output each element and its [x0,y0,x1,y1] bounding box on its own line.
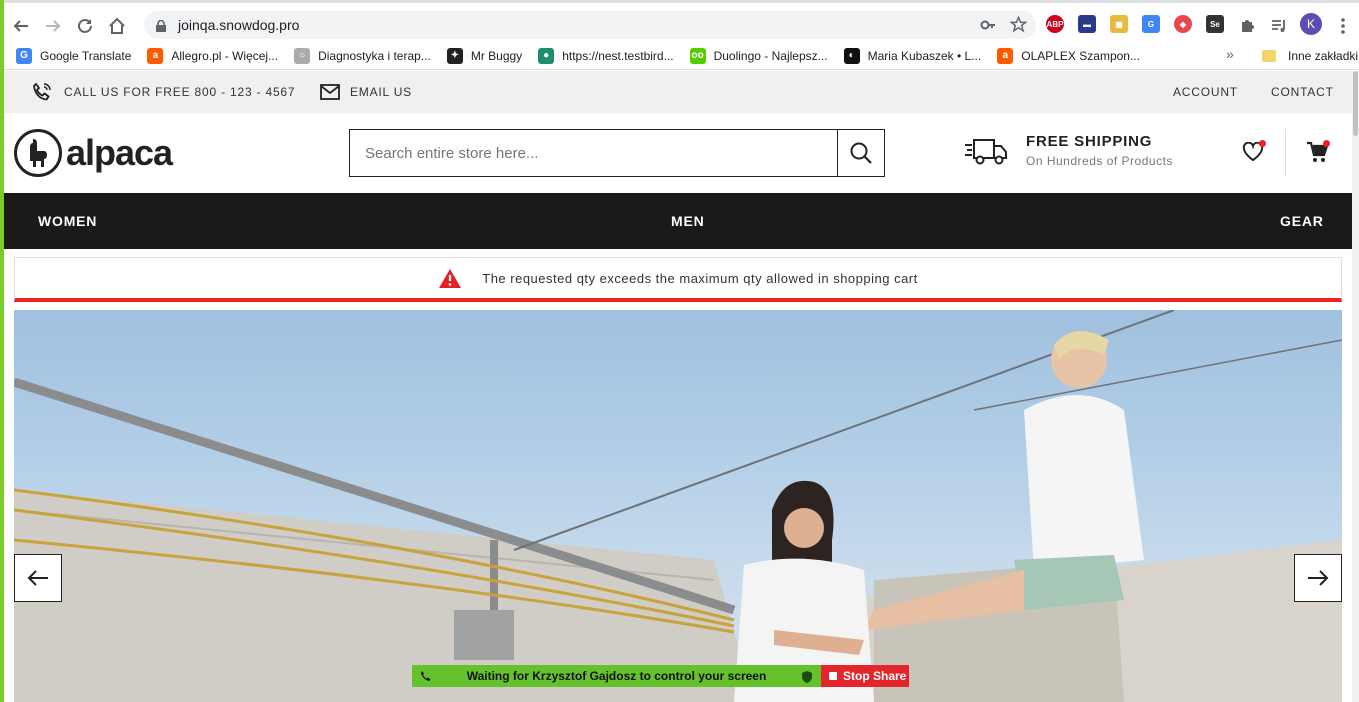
truck-icon [964,136,1008,166]
stop-share-button[interactable]: Stop Share [821,665,909,687]
stop-square-icon [829,672,837,680]
hero-image [14,310,1342,702]
bookmark-label: Maria Kubaszek • L... [867,48,982,63]
google-translate-icon: G [16,47,32,64]
screen-share-bar: Waiting for Krzysztof Gajdosz to control… [412,665,909,687]
shield-extension-icon[interactable]: ◆ [1174,15,1192,33]
extension-icon[interactable]: ▦ [1110,15,1128,33]
mr-buggy-icon: ✦ [446,47,463,64]
site-logo[interactable]: alpaca [14,129,173,177]
star-icon[interactable] [1009,15,1028,38]
account-link[interactable]: ACCOUNT [1173,71,1238,113]
puzzle-icon[interactable] [1236,15,1258,37]
browser-toolbar: joinqa.snowdog.pro ABP ▬ ▦ G ◆ Se K [4,0,1359,42]
bookmark-item[interactable]: G Google Translate [8,44,139,68]
phone-icon [32,82,52,102]
contact-link[interactable]: CONTACT [1271,71,1334,113]
warning-icon [438,268,462,289]
testbird-icon: ● [538,47,555,64]
shipping-subtitle: On Hundreds of Products [1026,154,1173,168]
bookmark-item[interactable]: oo Duolingo - Najlepsz... [682,44,836,68]
more-bookmarks-button[interactable]: » [1226,46,1234,62]
bookmarks-bar: G Google Translate a Allegro.pl - Więcej...… [4,42,1359,70]
search-input[interactable] [350,130,837,176]
search-icon [849,141,873,165]
scrollbar-thumb[interactable] [1353,71,1358,136]
error-message: The requested qty exceeds the maximum qt… [14,257,1342,302]
share-waiting: Waiting for Krzysztof Gajdosz to control… [412,665,821,687]
back-icon[interactable] [10,15,32,37]
bookmark-label: Diagnostyka i terap... [318,48,431,63]
diagnostyka-icon: ○ [294,47,311,64]
address-bar[interactable]: joinqa.snowdog.pro [144,11,1036,39]
email-us-link[interactable]: EMAIL US [320,71,412,113]
site-header: alpaca FREE SHIPPING On Hundreds of Prod… [4,113,1359,193]
bookmark-item[interactable]: a OLAPLEX Szampon... [989,44,1148,68]
envelope-icon [320,84,340,100]
bookmark-label: OLAPLEX Szampon... [1021,48,1140,63]
nav-gear[interactable]: GEAR [1280,193,1324,249]
forward-icon[interactable] [42,15,64,37]
nav-men[interactable]: MEN [671,193,705,249]
allegro-icon: a [147,47,164,64]
nav-women[interactable]: WOMEN [38,193,97,249]
email-us-text: EMAIL US [350,85,412,99]
selenium-icon[interactable]: Se [1206,15,1224,33]
media-icon[interactable] [1268,15,1290,37]
key-icon[interactable] [980,17,996,38]
search-button[interactable] [837,130,884,176]
hero-slider [14,310,1342,702]
shield-small-icon [801,670,813,683]
bookmark-item[interactable]: a Allegro.pl - Więcej... [139,44,286,68]
reload-icon[interactable] [74,15,96,37]
arrow-left-icon [27,569,49,587]
page-scrollbar[interactable] [1352,71,1359,702]
extension-icon[interactable]: ▬ [1078,15,1096,33]
bookmark-label: Mr Buggy [470,48,523,63]
translate-extension-icon[interactable]: G [1142,15,1160,33]
stop-share-text: Stop Share [843,669,907,683]
cart-badge [1323,140,1330,147]
bookmark-label: Google Translate [40,48,132,63]
slider-prev-button[interactable] [14,554,62,602]
folder-icon [1262,50,1276,62]
bookmark-item[interactable]: ○ Diagnostyka i terap... [286,44,439,68]
bookmark-label: Allegro.pl - Więcej... [171,48,279,63]
olaplex-icon: a [997,47,1014,64]
header-divider [1285,129,1286,177]
logo-text: alpaca [66,132,173,173]
error-text: The requested qty exceeds the maximum qt… [482,270,918,286]
arrow-right-icon [1307,569,1329,587]
menu-icon[interactable] [1332,15,1354,37]
bookmark-item[interactable]: ✦ Mr Buggy [439,44,530,68]
bookmark-item[interactable]: ◐ Maria Kubaszek • L... [836,44,990,68]
home-icon[interactable] [106,15,128,37]
other-bookmarks-folder[interactable]: Inne zakładki [1254,44,1359,68]
duolingo-icon: oo [689,47,706,64]
maria-icon: ◐ [843,47,860,64]
main-nav: WOMEN MEN GEAR [4,193,1359,249]
call-us-link[interactable]: CALL US FOR FREE 800 - 123 - 4567 [32,71,295,113]
free-shipping-banner: FREE SHIPPING On Hundreds of Products [964,133,1173,168]
share-waiting-text: Waiting for Krzysztof Gajdosz to control… [466,669,767,683]
wishlist-badge [1259,140,1266,147]
phone-small-icon [420,670,432,682]
search-box [349,129,885,177]
cart-button[interactable] [1302,137,1332,167]
url-text: joinqa.snowdog.pro [178,17,300,33]
wishlist-button[interactable] [1238,137,1268,167]
site-topbar: CALL US FOR FREE 800 - 123 - 4567 EMAIL … [4,71,1359,113]
bookmark-label: https://nest.testbird... [562,48,674,63]
lock-icon [156,19,166,32]
other-bookmarks-label: Inne zakładki [1288,49,1359,63]
alpaca-icon [14,129,62,177]
slider-next-button[interactable] [1294,554,1342,602]
call-us-text: CALL US FOR FREE 800 - 123 - 4567 [64,85,296,99]
adblock-icon[interactable]: ABP [1046,15,1064,33]
shipping-title: FREE SHIPPING [1026,133,1153,150]
profile-avatar[interactable]: K [1300,13,1322,35]
bookmark-item[interactable]: ● https://nest.testbird... [530,44,681,68]
bookmark-label: Duolingo - Najlepsz... [713,48,828,63]
